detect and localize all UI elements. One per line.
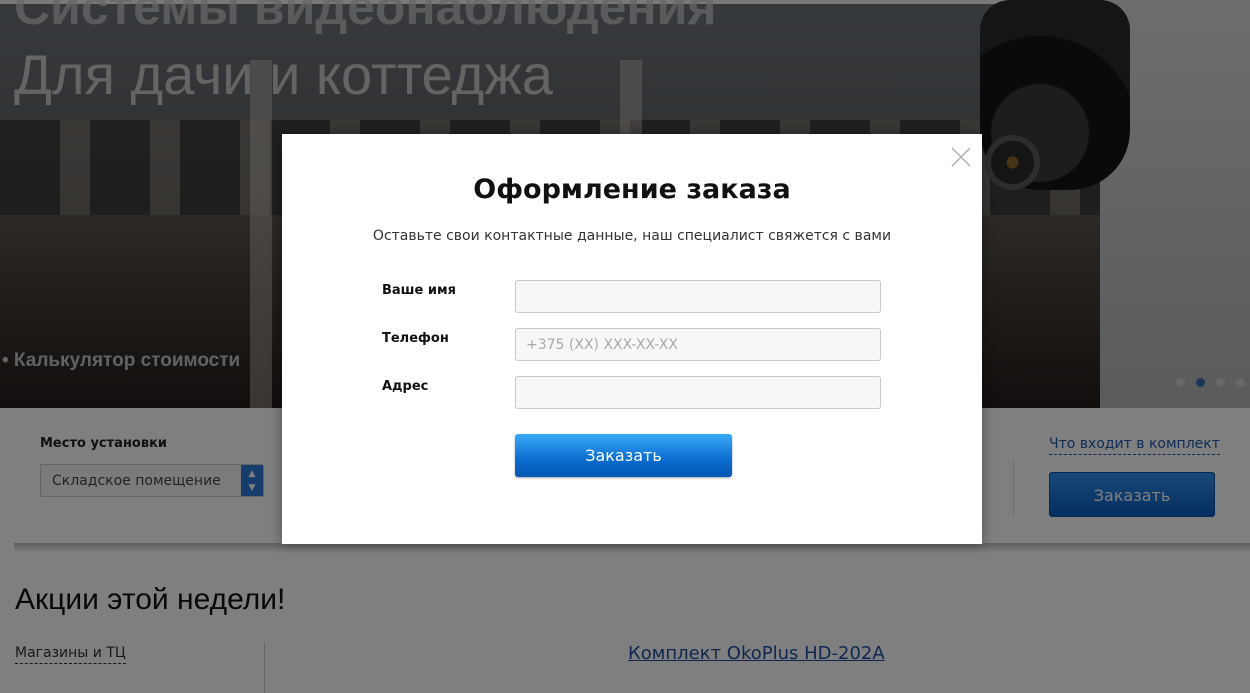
submit-order-button[interactable]: Заказать bbox=[515, 434, 732, 477]
name-label: Ваше имя bbox=[382, 283, 456, 298]
page: Системы видеонаблюдения Для дачи и котте… bbox=[0, 0, 1250, 693]
address-field[interactable] bbox=[515, 376, 881, 409]
phone-field[interactable] bbox=[515, 328, 881, 361]
close-icon[interactable] bbox=[950, 146, 972, 168]
modal-title: Оформление заказа bbox=[473, 174, 791, 205]
address-label: Адрес bbox=[382, 379, 429, 394]
name-field[interactable] bbox=[515, 280, 881, 313]
modal-subtitle: Оставьте свои контактные данные, наш спе… bbox=[372, 228, 892, 244]
phone-label: Телефон bbox=[382, 331, 449, 346]
order-modal: Оформление заказа Оставьте свои контактн… bbox=[282, 134, 982, 544]
